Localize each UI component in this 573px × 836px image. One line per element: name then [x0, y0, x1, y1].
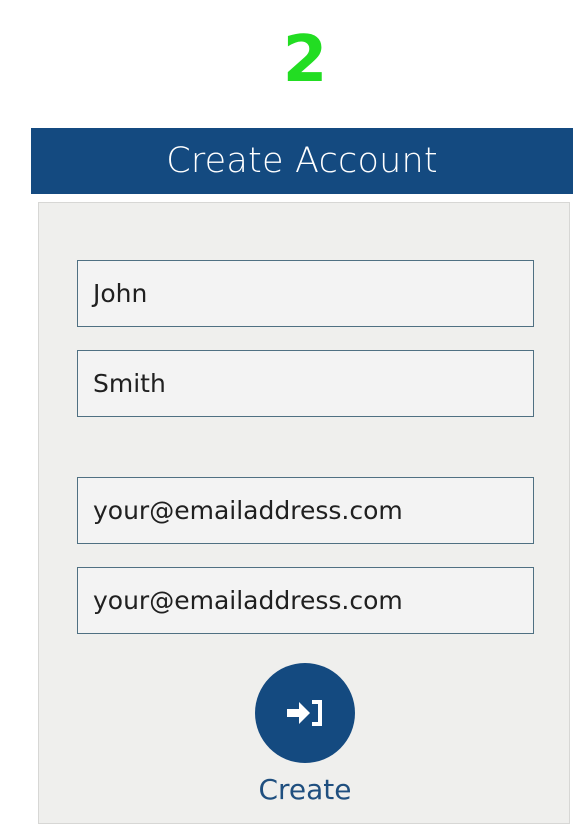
confirm-email-field[interactable]: your@emailaddress.com — [77, 567, 534, 634]
create-account-page: 2 Create Account John Smith your@emailad… — [0, 0, 573, 836]
create-account-form: John Smith your@emailaddress.com your@em… — [38, 202, 570, 824]
sign-in-icon — [287, 700, 322, 726]
email-value: your@emailaddress.com — [93, 496, 403, 525]
page-title: Create Account — [166, 141, 438, 181]
create-button-label[interactable]: Create — [39, 773, 571, 806]
last-name-value: Smith — [93, 369, 166, 398]
step-number: 2 — [282, 23, 328, 97]
first-name-value: John — [93, 279, 148, 308]
last-name-field[interactable]: Smith — [77, 350, 534, 417]
confirm-email-value: your@emailaddress.com — [93, 586, 403, 615]
email-field[interactable]: your@emailaddress.com — [77, 477, 534, 544]
header-bar: Create Account — [31, 128, 573, 194]
first-name-field[interactable]: John — [77, 260, 534, 327]
create-button[interactable] — [255, 663, 355, 763]
